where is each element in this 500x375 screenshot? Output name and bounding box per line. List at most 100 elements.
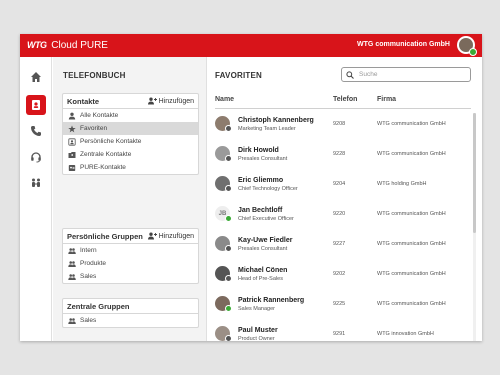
contact-name: Patrick Rannenberg: [238, 297, 305, 304]
contact-name: Michael Cönen: [238, 267, 288, 274]
team-icon: [32, 178, 40, 187]
contact-name: Christoph Kannenberg: [238, 117, 314, 124]
column-header-phone[interactable]: Telefon: [333, 96, 357, 103]
group-item-intern[interactable]: Intern: [63, 244, 198, 257]
contacts-item-label: Favoriten: [80, 125, 108, 132]
contact-role: Head of Pre-Sales: [238, 276, 283, 282]
personal-groups-header: Persönliche Gruppen Hinzufügen: [63, 229, 198, 244]
table-row[interactable]: Christoph Kannenberg Marketing Team Leade…: [215, 109, 465, 139]
search-input[interactable]: [359, 71, 459, 78]
contact-phone[interactable]: 9225: [333, 301, 345, 307]
user-status-online-icon: [469, 48, 477, 56]
favorites-panel: FAVORITEN Name Telefon Firma Christoph K…: [207, 57, 482, 341]
contacts-item-central[interactable]: Zentrale Kontakte: [63, 148, 198, 161]
phonebook-panel: TELEFONBUCH Kontakte Hinzufügen Alle Kon…: [53, 57, 207, 341]
company-name: WTG communication GmbH: [357, 41, 450, 48]
contacts-item-label: Alle Kontakte: [80, 112, 119, 119]
contact-phone[interactable]: 9228: [333, 151, 345, 157]
contacts-item-personal[interactable]: Persönliche Kontakte: [63, 135, 198, 148]
table-row[interactable]: Patrick Rannenberg Sales Manager 9225 WTG c…: [215, 289, 465, 319]
contact-phone[interactable]: 9291: [333, 331, 345, 337]
nav-headset-button[interactable]: [26, 147, 46, 167]
phonebook-title: TELEFONBUCH: [63, 71, 126, 80]
contact-phone[interactable]: 9202: [333, 271, 345, 277]
contact-company: WTG communication GmbH: [377, 241, 446, 247]
contacts-item-pure[interactable]: PURE-Kontakte: [63, 161, 198, 174]
add-group-label: Hinzufügen: [158, 232, 194, 240]
app-name: Cloud PURE: [51, 40, 108, 51]
person-icon: [68, 112, 76, 119]
table-row[interactable]: Eric Gliemmo Chief Technology Officer 9204…: [215, 169, 465, 199]
contact-company: WTG holding GmbH: [377, 181, 427, 187]
column-header-company[interactable]: Firma: [377, 96, 396, 103]
group-icon: [68, 317, 76, 324]
group-icon: [68, 247, 76, 254]
nav-team-button[interactable]: [26, 173, 46, 193]
contact-phone[interactable]: 9227: [333, 241, 345, 247]
contact-company: WTG innovation GmbH: [377, 331, 434, 337]
contacts-item-label: Persönliche Kontakte: [80, 138, 142, 145]
nav-rail: [20, 57, 52, 341]
search-icon: [346, 70, 354, 79]
status-online-icon: [225, 305, 232, 312]
contact-company: WTG communication GmbH: [377, 301, 446, 307]
app-header: WTG Cloud PURE WTG communication GmbH: [20, 34, 482, 57]
table-row[interactable]: Paul Muster Product Owner 9291 WTG innovati…: [215, 319, 465, 341]
table-row[interactable]: JB Jan Bechtloff Chief Executive Officer 92…: [215, 199, 465, 229]
group-item-produkte[interactable]: Produkte: [63, 257, 198, 270]
contact-name: Dirk Howold: [238, 147, 279, 154]
group-icon: [68, 260, 76, 267]
contacts-section-title: Kontakte: [67, 97, 100, 106]
contact-role: Sales Manager: [238, 306, 275, 312]
status-online-icon: [225, 215, 232, 222]
group-item-sales[interactable]: Sales: [63, 270, 198, 283]
contact-phone[interactable]: 9204: [333, 181, 345, 187]
contacts-item-label: Zentrale Kontakte: [80, 151, 132, 158]
contact-name: Kay-Uwe Fiedler: [238, 237, 293, 244]
group-item-label: Intern: [80, 247, 97, 254]
status-away-icon: [225, 125, 232, 132]
contacts-item-favorites[interactable]: Favoriten: [63, 122, 198, 135]
favorites-list: Christoph Kannenberg Marketing Team Leade…: [207, 109, 482, 341]
group-item-label: Sales: [80, 273, 97, 280]
contact-phone[interactable]: 9220: [333, 211, 345, 217]
add-person-icon: [147, 97, 157, 105]
brand: WTG Cloud PURE: [27, 39, 108, 52]
nav-contacts-button[interactable]: [26, 95, 46, 115]
add-group-button[interactable]: Hinzufügen: [147, 232, 194, 240]
central-group-item-sales[interactable]: Sales: [63, 314, 198, 327]
scrollbar[interactable]: [473, 113, 476, 341]
contact-phone[interactable]: 9208: [333, 121, 345, 127]
central-groups-header: Zentrale Gruppen: [63, 299, 198, 314]
contacts-item-all[interactable]: Alle Kontakte: [63, 109, 198, 122]
table-row[interactable]: Kay-Uwe Fiedler Presales Consultant 9227 WT…: [215, 229, 465, 259]
home-icon: [31, 72, 41, 82]
column-header-name[interactable]: Name: [215, 96, 234, 103]
personal-groups-title: Persönliche Gruppen: [67, 232, 143, 241]
nav-phone-button[interactable]: [26, 121, 46, 141]
nav-home-button[interactable]: [26, 67, 46, 87]
group-item-label: Sales: [80, 317, 97, 324]
scrollbar-thumb[interactable]: [473, 113, 476, 233]
contact-company: WTG communication GmbH: [377, 151, 446, 157]
favorites-title: FAVORITEN: [215, 71, 262, 80]
add-contact-button[interactable]: Hinzufügen: [147, 97, 194, 105]
table-row[interactable]: Michael Cönen Head of Pre-Sales 9202 WTG co…: [215, 259, 465, 289]
contact-role: Marketing Team Leader: [238, 126, 296, 132]
group-icon: [68, 273, 76, 280]
status-away-icon: [225, 155, 232, 162]
contact-role: Presales Consultant: [238, 246, 288, 252]
star-icon: [68, 125, 76, 132]
status-away-icon: [225, 185, 232, 192]
contact-name: Eric Gliemmo: [238, 177, 284, 184]
status-away-icon: [225, 335, 232, 341]
phone-icon: [31, 126, 41, 136]
table-row[interactable]: Dirk Howold Presales Consultant 9228 WTG co…: [215, 139, 465, 169]
contacts-section-header: Kontakte Hinzufügen: [63, 94, 198, 109]
user-avatar[interactable]: [457, 36, 477, 56]
brand-logo: WTG: [27, 40, 47, 50]
search-box[interactable]: [341, 67, 471, 82]
personal-contacts-icon: [68, 137, 76, 146]
pure-contacts-icon: [68, 164, 76, 171]
contact-company: WTG communication GmbH: [377, 121, 446, 127]
